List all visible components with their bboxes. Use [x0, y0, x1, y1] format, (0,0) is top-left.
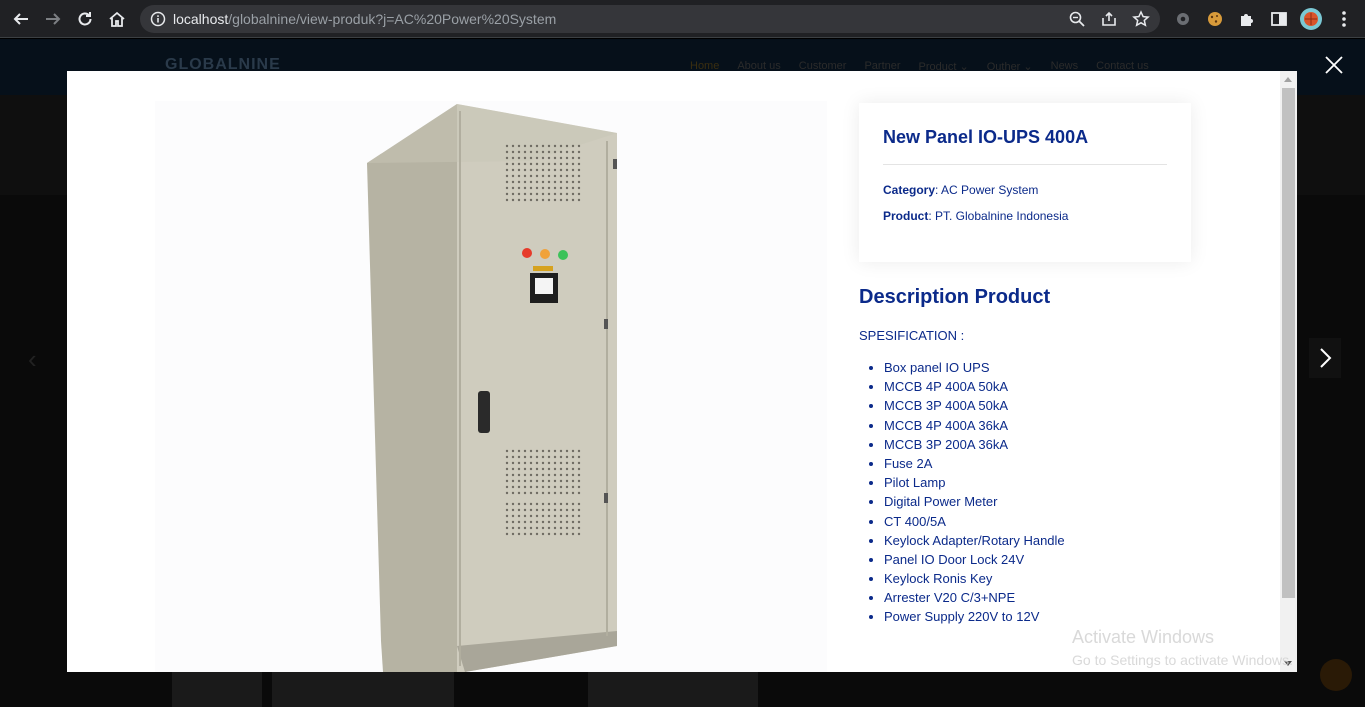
product-label: Product [883, 209, 929, 223]
site-info-icon[interactable] [150, 11, 166, 27]
list-item: Panel IO Door Lock 24V [884, 552, 1065, 571]
thumbnail[interactable] [172, 667, 262, 707]
list-item: Fuse 2A [884, 456, 1065, 475]
scroll-top-button[interactable] [1320, 659, 1352, 691]
list-item: MCCB 3P 400A 50kA [884, 398, 1065, 417]
list-item: Power Supply 220V to 12V [884, 609, 1065, 628]
category-value: : AC Power System [935, 183, 1039, 197]
list-item: Box panel IO UPS [884, 360, 1065, 379]
product-row: Product: PT. Globalnine Indonesia [883, 209, 1068, 223]
list-item: Arrester V20 C/3+NPE [884, 590, 1065, 609]
extensions-puzzle-icon[interactable] [1237, 9, 1257, 29]
list-item: Pilot Lamp [884, 475, 1065, 494]
next-arrow-button[interactable] [1309, 338, 1341, 378]
watermark-subtitle: Go to Settings to activate Windows. [1072, 652, 1293, 668]
url-text[interactable]: localhost/globalnine/view-produk?j=AC%20… [173, 11, 556, 27]
description-heading: Description Product [859, 286, 1051, 308]
browser-toolbar: localhost/globalnine/view-produk?j=AC%20… [0, 0, 1365, 38]
home-icon[interactable] [105, 7, 129, 31]
list-item: Keylock Adapter/Rotary Handle [884, 533, 1065, 552]
url-host: localhost [173, 11, 229, 27]
list-item: CT 400/5A [884, 514, 1065, 533]
category-label: Category [883, 183, 936, 197]
browser-menu-icon[interactable] [1334, 9, 1354, 29]
chevron-right-icon [1320, 348, 1332, 368]
side-panel-icon[interactable] [1269, 9, 1289, 29]
product-value: : PT. Globalnine Indonesia [928, 209, 1069, 223]
product-info-card: New Panel IO-UPS 400A Category: AC Power… [859, 103, 1191, 262]
product-image [155, 101, 827, 672]
watermark-title: Activate Windows [1072, 627, 1215, 647]
extension-cookie-icon[interactable] [1205, 9, 1225, 29]
prev-arrow-icon[interactable]: ‹ [28, 344, 37, 375]
specification-list: Box panel IO UPS MCCB 4P 400A 50kA MCCB … [884, 360, 1065, 629]
profile-avatar[interactable] [1300, 8, 1322, 30]
list-item: Keylock Ronis Key [884, 571, 1065, 590]
category-row: Category: AC Power System [883, 183, 1038, 197]
product-title: New Panel IO-UPS 400A [883, 127, 1089, 147]
reload-icon[interactable] [73, 7, 97, 31]
address-bar[interactable]: localhost/globalnine/view-produk?j=AC%20… [140, 5, 1160, 33]
bookmark-star-icon[interactable] [1132, 10, 1150, 28]
list-item: Digital Power Meter [884, 494, 1065, 513]
product-modal: New Panel IO-UPS 400A Category: AC Power… [67, 71, 1297, 672]
thumbnail[interactable] [588, 667, 758, 707]
list-item: MCCB 4P 400A 36kA [884, 418, 1065, 437]
ups-panel-cabinet-image [367, 104, 617, 672]
forward-icon[interactable] [41, 7, 65, 31]
thumbnail[interactable] [272, 667, 454, 707]
modal-scrollbar[interactable] [1280, 71, 1297, 672]
list-item: MCCB 4P 400A 50kA [884, 379, 1065, 398]
list-item: MCCB 3P 200A 36kA [884, 437, 1065, 456]
url-path: /globalnine/view-produk?j=AC%20Power%20S… [228, 11, 557, 27]
back-icon[interactable] [9, 7, 33, 31]
scroll-thumb[interactable] [1282, 88, 1295, 598]
share-icon[interactable] [1100, 10, 1118, 28]
zoom-icon[interactable] [1068, 10, 1086, 28]
divider [883, 164, 1167, 165]
windows-activation-watermark: Activate Windows Go to Settings to activ… [1072, 627, 1293, 668]
specification-label: SPESIFICATION : [859, 328, 965, 343]
scroll-up-arrow[interactable] [1284, 77, 1292, 82]
extension-gear-icon[interactable] [1173, 9, 1193, 29]
close-icon[interactable] [1323, 54, 1345, 76]
